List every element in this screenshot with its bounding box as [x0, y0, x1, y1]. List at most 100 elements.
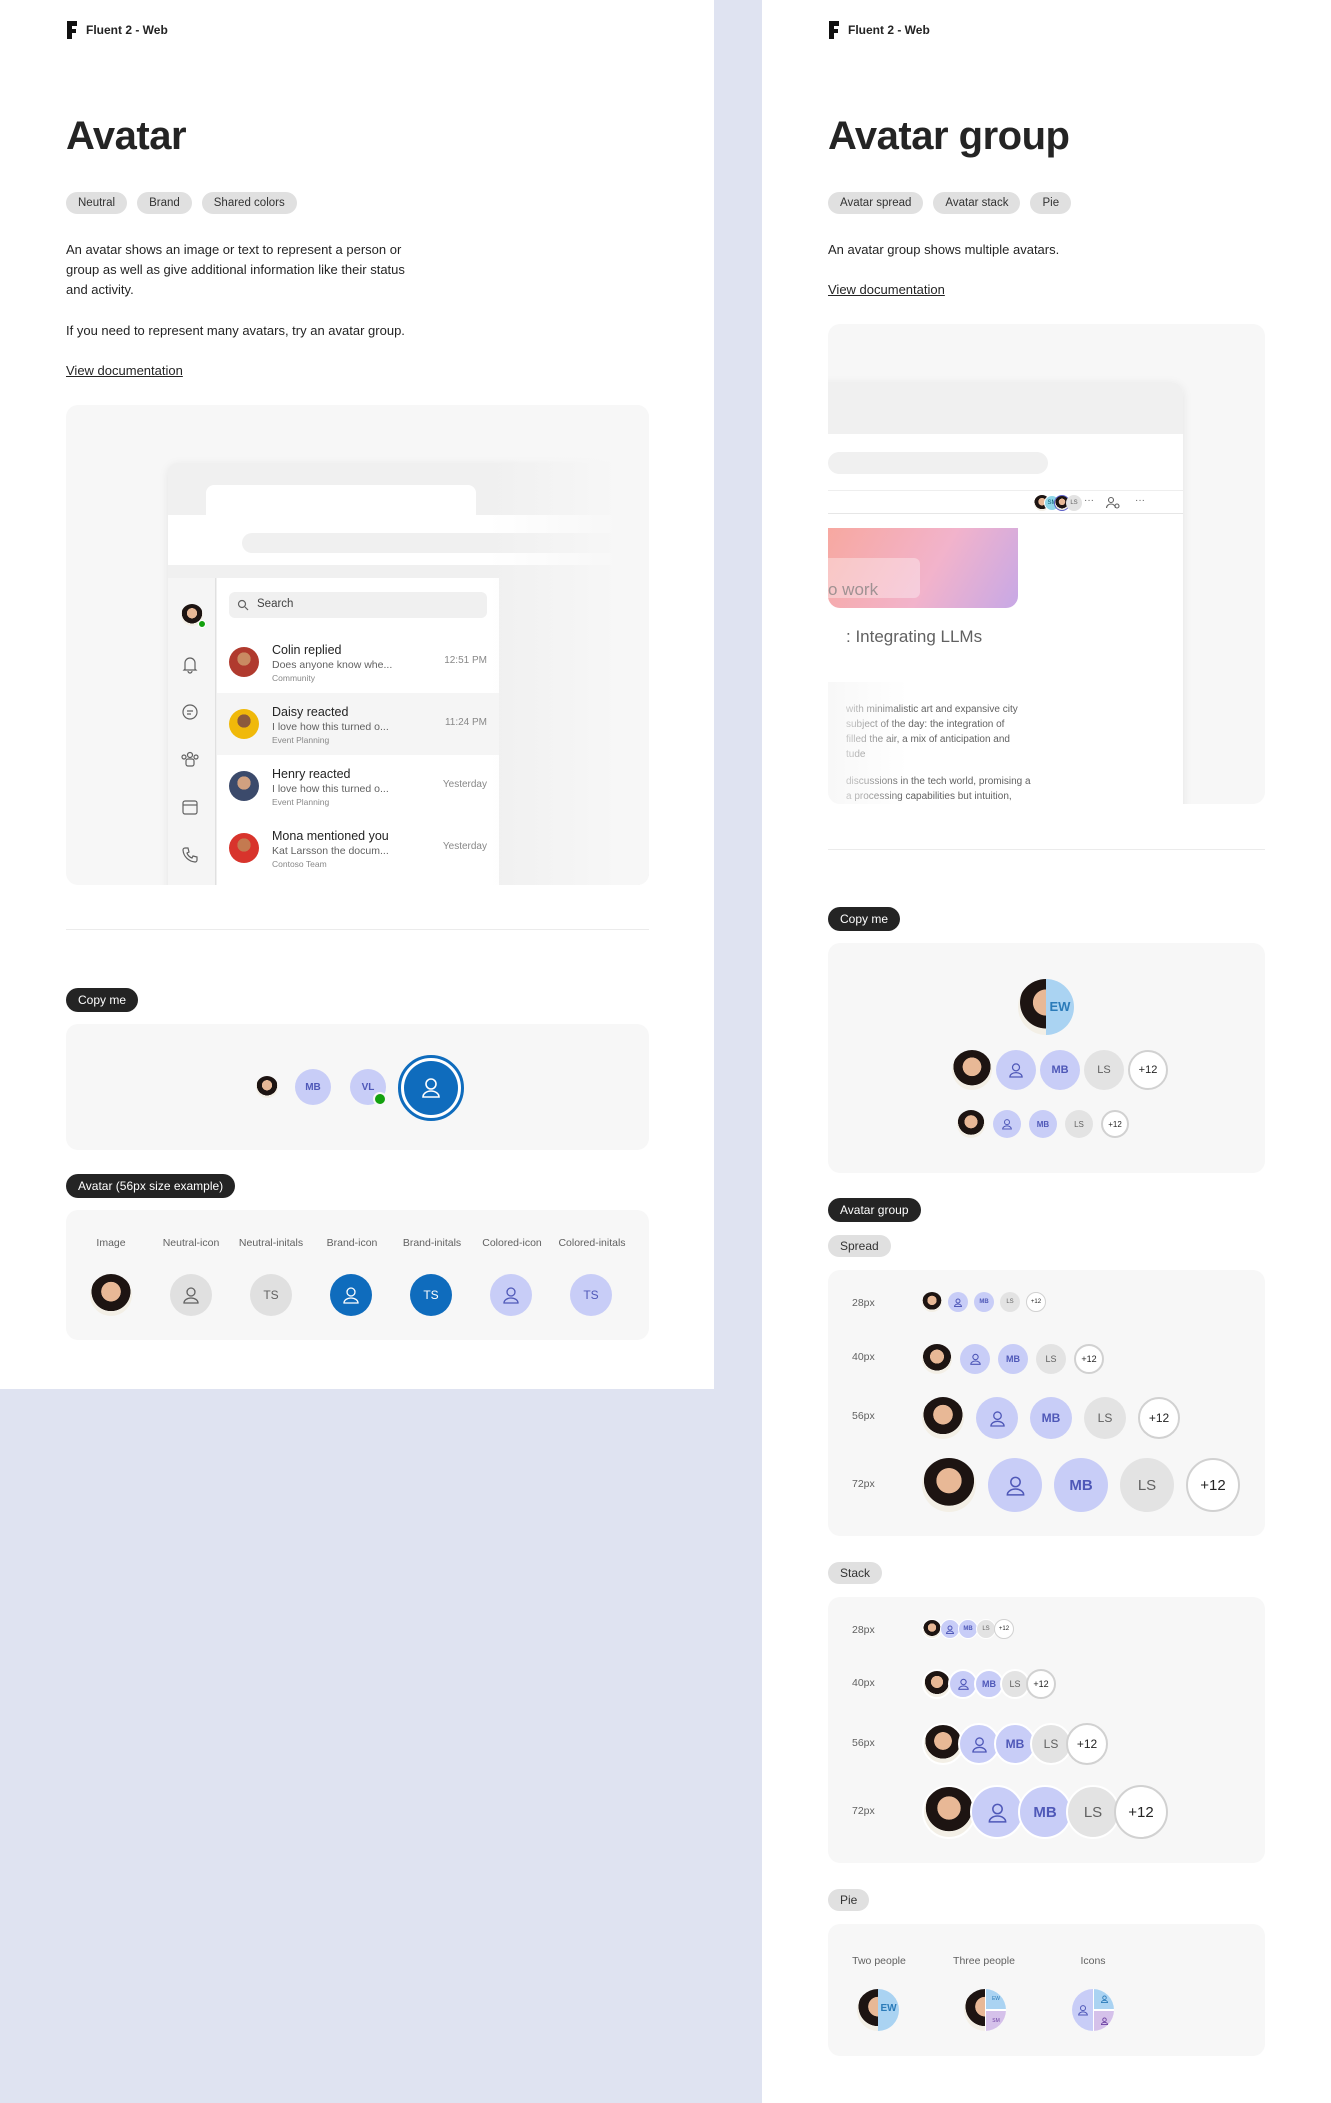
icon-avatar: [988, 1458, 1042, 1512]
pie-icons[interactable]: [1072, 1989, 1114, 2031]
search-icon: [237, 599, 249, 611]
pie-avatar[interactable]: EW: [1018, 979, 1074, 1035]
spread-group[interactable]: MB LS +12: [952, 1050, 1168, 1090]
overflow-count: +12: [1138, 1397, 1180, 1439]
overflow-count: +12: [1114, 1785, 1168, 1839]
neutral-icon-avatar[interactable]: [170, 1274, 212, 1316]
chat-icon[interactable]: [179, 701, 201, 723]
copy-avatars-card: MB VL: [66, 1024, 649, 1150]
stack-40[interactable]: MB LS +12: [922, 1669, 1056, 1699]
teams-icon[interactable]: [179, 748, 201, 770]
brand-icon-avatar[interactable]: [330, 1274, 372, 1316]
available-badge: [373, 1092, 387, 1106]
bell-icon[interactable]: [179, 654, 201, 676]
image-avatar[interactable]: [90, 1274, 132, 1316]
person-icon: [969, 1353, 981, 1365]
mock-address-bar: [828, 452, 1048, 474]
spread-28[interactable]: MB LS +12: [922, 1292, 1046, 1312]
mona-avatar: [229, 833, 259, 863]
stack-56[interactable]: MB LS +12: [922, 1723, 1108, 1765]
tag-shared-colors[interactable]: Shared colors: [201, 192, 297, 214]
overflow-count: +12: [994, 1619, 1014, 1639]
phone-icon[interactable]: [179, 844, 201, 866]
tag-avatar-stack[interactable]: Avatar stack: [933, 192, 1021, 214]
spread-72[interactable]: MB LS +12: [922, 1458, 1240, 1512]
overflow-count: +12: [1026, 1292, 1046, 1312]
person-icon: [954, 1298, 962, 1307]
pie-icon-half: [1072, 1989, 1093, 2031]
mini-ls-avatar: LS: [1066, 495, 1082, 511]
copy-me-label: Copy me: [66, 988, 139, 1012]
spread-56[interactable]: MB LS +12: [922, 1397, 1180, 1439]
person-icon: [1100, 2017, 1108, 2025]
list-item[interactable]: Henry reacted I love how this turned o..…: [217, 755, 499, 817]
avatar-group-preview-card: SM LS ··· ··· o work : Integrating LLMs …: [828, 324, 1265, 804]
small-spread-group[interactable]: MB LS +12: [957, 1110, 1129, 1138]
variant-label: Colored-initals: [558, 1237, 626, 1249]
item-preview: Does anyone know whe...: [272, 659, 393, 671]
tag-pie[interactable]: Pie: [1030, 192, 1072, 214]
pie-card: Two people Three people Icons EW EW SM: [828, 1924, 1265, 2056]
photo-avatar[interactable]: [256, 1076, 278, 1098]
avatar-panel: Fluent 2 - Web Avatar Neutral Brand Shar…: [0, 0, 714, 1389]
size-label: 28px: [852, 1297, 875, 1309]
spread-40[interactable]: MB LS +12: [922, 1344, 1104, 1374]
icon-avatar: [940, 1619, 960, 1639]
people-settings-icon[interactable]: [1106, 496, 1120, 510]
pie-two-people[interactable]: EW: [857, 1989, 899, 2031]
mb-avatar[interactable]: MB: [295, 1069, 331, 1105]
photo-avatar: [922, 1292, 942, 1312]
fade-left: [828, 682, 908, 804]
list-item[interactable]: Mona mentioned you Kat Larsson the docum…: [217, 817, 499, 879]
pie-three-people[interactable]: EW SM: [964, 1989, 1006, 2031]
stack-label: Stack: [828, 1562, 883, 1584]
item-name: Mona mentioned you: [272, 829, 389, 843]
neutral-initials-avatar[interactable]: TS: [250, 1274, 292, 1316]
ls-avatar: LS: [1000, 1292, 1020, 1312]
view-documentation-link[interactable]: View documentation: [66, 363, 183, 378]
more-dots-icon[interactable]: ···: [1084, 495, 1094, 506]
brand-icon-avatar: [404, 1061, 458, 1115]
mb-avatar: MB: [1029, 1110, 1057, 1138]
pie-initials: EW: [1049, 999, 1071, 1014]
ls-avatar: LS: [1065, 1110, 1093, 1138]
tag-neutral[interactable]: Neutral: [66, 192, 128, 214]
search-box[interactable]: Search: [229, 592, 487, 618]
item-preview: Kat Larsson the docum...: [272, 845, 389, 857]
colored-icon-avatar[interactable]: [490, 1274, 532, 1316]
tag-brand[interactable]: Brand: [137, 192, 192, 214]
colored-initials-avatar[interactable]: TS: [570, 1274, 612, 1316]
brand-name: Fluent 2 - Web: [86, 23, 168, 37]
overflow-menu-icon[interactable]: ···: [1135, 495, 1145, 506]
tag-avatar-spread[interactable]: Avatar spread: [828, 192, 924, 214]
person-icon: [988, 1803, 1006, 1823]
active-avatar-ring[interactable]: [398, 1055, 464, 1121]
person-icon: [957, 1678, 969, 1690]
variant-label: Image: [96, 1237, 126, 1249]
photo-avatar: [952, 1050, 992, 1090]
fluent-logo-icon: [829, 21, 839, 39]
calendar-icon[interactable]: [179, 796, 201, 818]
overflow-count: +12: [1186, 1458, 1240, 1512]
tag-list: Neutral Brand Shared colors: [66, 192, 297, 214]
icon-avatar: [996, 1050, 1036, 1090]
person-icon: [971, 1736, 987, 1753]
avatar-preview-card: Search Colin replied Does anyone know wh…: [66, 405, 649, 885]
brand-initials-avatar[interactable]: TS: [410, 1274, 452, 1316]
pie-quarter-ew: EW: [986, 1989, 1006, 2009]
icon-avatar: [976, 1397, 1018, 1439]
list-item[interactable]: Daisy reacted I love how this turned o..…: [217, 693, 499, 755]
icon-avatar: [960, 1344, 990, 1374]
ls-avatar: LS: [1120, 1458, 1174, 1512]
pie-type-label: Three people: [953, 1955, 1015, 1967]
divider: [66, 929, 649, 930]
mb-avatar: MB: [958, 1619, 978, 1639]
item-name: Colin replied: [272, 643, 342, 657]
stack-72[interactable]: MB LS +12: [922, 1785, 1168, 1839]
list-item[interactable]: Colin replied Does anyone know whe... Co…: [217, 631, 499, 693]
view-documentation-link[interactable]: View documentation: [828, 282, 945, 297]
mock-titlebar: [828, 382, 1183, 434]
item-preview: I love how this turned o...: [272, 721, 389, 733]
stack-28[interactable]: MB LS +12: [922, 1619, 1014, 1639]
spread-card: 28px MB LS +12 40px MB LS +12 56px MB LS…: [828, 1270, 1265, 1536]
